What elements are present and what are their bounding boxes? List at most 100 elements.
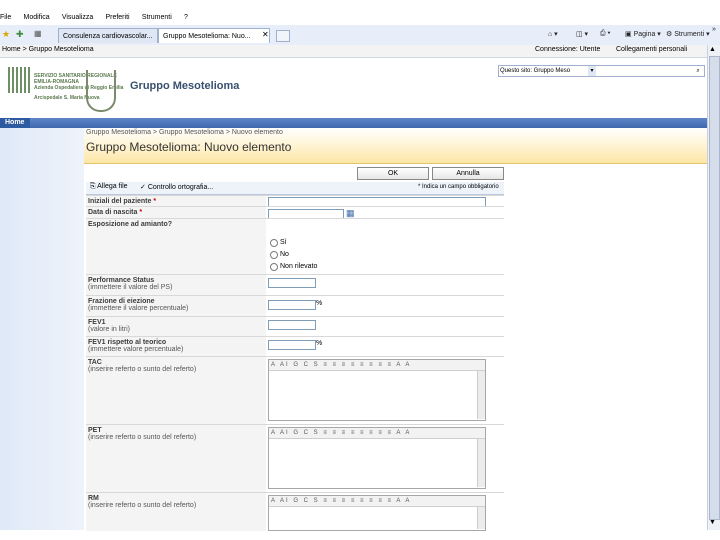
ok-button[interactable]: OK — [357, 167, 429, 180]
pet-rich-text-editor[interactable]: A AI G C S ≡ ≡ ≡ ≡ ≡ ≡ ≡ ≡ A A — [268, 427, 486, 489]
page-menu[interactable]: ▣ Pagina ▾ — [625, 30, 661, 38]
ejection-fraction-input[interactable] — [268, 300, 316, 310]
page-title: Gruppo Mesotelioma: Nuovo elemento — [86, 140, 292, 154]
search-input[interactable] — [597, 66, 692, 76]
chevron-down-icon[interactable]: ▾ — [588, 66, 596, 76]
site-title[interactable]: Gruppo Mesotelioma — [130, 80, 239, 92]
new-tab-button[interactable] — [276, 30, 290, 42]
field-label: Esposizione ad amianto? — [86, 219, 266, 275]
field-label: FEV1 rispetto al teorico (immettere valor… — [86, 337, 266, 357]
top-nav-bar — [0, 118, 720, 128]
required-marker: * — [153, 198, 157, 205]
search-box: Questo sito: Gruppo Meso ▾ ⌕ — [498, 65, 705, 77]
label-text: PET — [88, 427, 102, 434]
fev1-input[interactable] — [268, 320, 316, 330]
tools-menu[interactable]: ⚙ Strumenti ▾ — [666, 30, 710, 38]
top-breadcrumb[interactable]: Home > Gruppo Mesotelioma — [2, 46, 94, 53]
label-subtext: (inserire referto o sunto del referto) — [88, 502, 197, 509]
field-label: RM (inserire referto o sunto del referto) — [86, 493, 266, 531]
feeds-icon[interactable]: ◫ ▾ — [576, 30, 588, 38]
scrollbar[interactable] — [477, 507, 485, 529]
tac-rich-text-editor[interactable]: A AI G C S ≡ ≡ ≡ ≡ ≡ ≡ ≡ ≡ A A — [268, 359, 486, 421]
form-row-fev1: FEV1 (valore in litri) — [86, 316, 504, 337]
rte-toolbar[interactable]: A AI G C S ≡ ≡ ≡ ≡ ≡ ≡ ≡ ≡ A A — [269, 428, 485, 439]
radio-no[interactable] — [270, 251, 278, 259]
field-label: TAC (inserire referto o sunto del referto… — [86, 357, 266, 425]
label-subtext: (inserire referto o sunto del referto) — [88, 434, 197, 441]
form-row-performance-status: Performance Status (immettere il valore d… — [86, 274, 504, 296]
tab-list-icon[interactable]: ▦ — [34, 29, 42, 38]
home-icon[interactable]: ⌂ ▾ — [548, 30, 558, 38]
scroll-up-icon[interactable]: ▲ — [709, 46, 716, 53]
label-text: Performance Status — [88, 277, 155, 284]
search-icon[interactable]: ⌕ — [693, 66, 703, 76]
menu-strumenti[interactable]: Strumenti — [142, 14, 172, 21]
attach-file-label: Allega file — [97, 183, 128, 190]
rm-rich-text-editor[interactable]: A AI G C S ≡ ≡ ≡ ≡ ≡ ≡ ≡ ≡ A A — [268, 495, 486, 531]
label-text: FEV1 — [88, 319, 106, 326]
form-toolbar: ⎘ Allega file ✓ Controllo ortografia... … — [86, 182, 504, 195]
spell-check-button[interactable]: ✓ Controllo ortografia... — [140, 183, 213, 191]
label-text: FEV1 rispetto al teorico — [88, 339, 167, 346]
menu-visualizza[interactable]: Visualizza — [62, 14, 93, 21]
browser-tab-bar: ★ ✚ ▦ Consulenza cardiovascolar... Grupp… — [0, 25, 720, 46]
required-marker: * — [139, 209, 143, 216]
required-note: * Indica un campo obbligatorio — [418, 184, 499, 190]
scrollbar[interactable] — [477, 371, 485, 419]
welcome-menu[interactable]: Connessione: Utente — [535, 46, 600, 53]
scroll-down-icon[interactable]: ▼ — [709, 519, 716, 526]
field-label: FEV1 (valore in litri) — [86, 317, 266, 337]
label-subtext: (immettere il valore percentuale) — [88, 305, 189, 312]
fev1-ratio-input[interactable] — [268, 340, 316, 350]
label-text: Iniziali del paziente — [88, 198, 152, 205]
personal-links-menu[interactable]: Collegamenti personali — [616, 46, 687, 53]
form-row-fev1-ratio: FEV1 rispetto al teorico (immettere valor… — [86, 336, 504, 357]
radio-label: Non rilevato — [280, 263, 318, 270]
menu-preferiti[interactable]: Preferiti — [105, 14, 129, 21]
menu-help[interactable]: ? — [184, 14, 188, 21]
favorites-star-icon[interactable]: ★ — [2, 29, 10, 40]
tab-gruppo-mesotelioma[interactable]: Gruppo Mesotelioma: Nuo... — [158, 28, 270, 43]
new-item-form: Iniziali del paziente * Data di nascita … — [86, 195, 504, 531]
label-subtext: (immettere il valore del PS) — [88, 284, 173, 291]
attach-file-button[interactable]: ⎘ Allega file — [90, 183, 128, 191]
menu-file[interactable]: File — [0, 14, 11, 21]
menu-modifica[interactable]: Modifica — [24, 14, 50, 21]
scrollbar-thumb[interactable] — [709, 56, 720, 520]
stethoscope-icon — [86, 70, 116, 112]
tools-menu-label: Strumenti — [674, 31, 705, 38]
left-navigation — [0, 128, 84, 530]
form-row-rm: RM (inserire referto o sunto del referto)… — [86, 492, 504, 531]
print-icon[interactable]: ⎙ ▾ — [600, 30, 611, 38]
chevron-right-icon[interactable]: » — [712, 26, 716, 33]
paperclip-icon: ⎘ — [90, 183, 96, 190]
field-label: Performance Status (immettere il valore d… — [86, 275, 266, 296]
tab-label: Gruppo Mesotelioma: Nuo... — [163, 33, 251, 40]
label-subtext: (immettere valore percentuale) — [88, 346, 184, 353]
percent-sign: % — [316, 300, 323, 307]
performance-status-input[interactable] — [268, 278, 316, 288]
nav-home[interactable]: Home — [0, 118, 30, 128]
cancel-button[interactable]: Annulla — [432, 167, 504, 180]
radio-si[interactable] — [270, 239, 278, 247]
label-text: Data di nascita — [88, 209, 138, 216]
label-text: Esposizione ad amianto? — [88, 221, 173, 228]
search-scope-select[interactable]: Questo sito: Gruppo Meso — [500, 66, 589, 76]
label-text: Frazione di eiezione — [88, 298, 155, 305]
form-row-pet: PET (inserire referto o sunto del referto… — [86, 424, 504, 493]
rte-toolbar[interactable]: A AI G C S ≡ ≡ ≡ ≡ ≡ ≡ ≡ ≡ A A — [269, 360, 485, 371]
form-row-exposure: Esposizione ad amianto? Sì No Non rileva… — [86, 218, 504, 275]
label-text: TAC — [88, 359, 102, 366]
field-label: PET (inserire referto o sunto del referto… — [86, 425, 266, 493]
breadcrumb[interactable]: Gruppo Mesotelioma > Gruppo Mesotelioma … — [86, 129, 283, 136]
radio-label: No — [280, 251, 289, 258]
radio-non-rilevato[interactable] — [270, 263, 278, 271]
add-favorite-icon[interactable]: ✚ — [16, 29, 24, 40]
tab-consulenza[interactable]: Consulenza cardiovascolar... — [58, 28, 158, 43]
rte-toolbar[interactable]: A AI G C S ≡ ≡ ≡ ≡ ≡ ≡ ≡ ≡ A A — [269, 496, 485, 507]
field-label: Frazione di eiezione (immettere il valore… — [86, 296, 266, 317]
form-row-tac: TAC (inserire referto o sunto del referto… — [86, 356, 504, 425]
scrollbar[interactable] — [477, 439, 485, 487]
radio-label: Sì — [280, 239, 287, 246]
close-tab-icon[interactable]: ✕ — [262, 30, 269, 39]
